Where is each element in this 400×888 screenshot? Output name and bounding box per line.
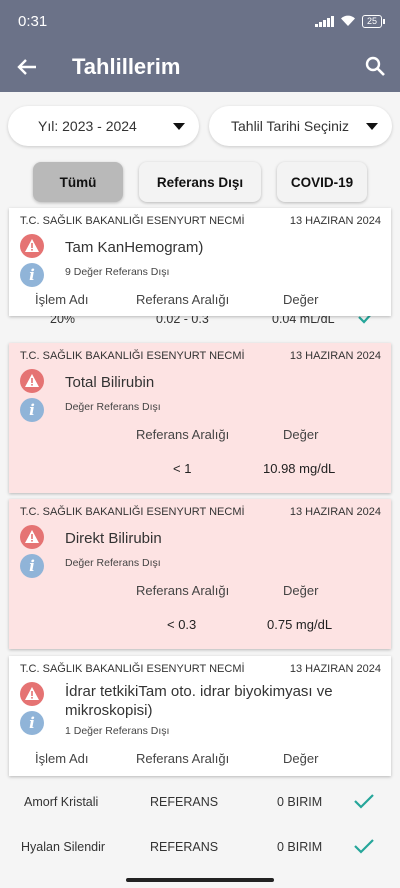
reference-range: < 1 <box>173 461 192 476</box>
hospital-name: T.C. SAĞLIK BAKANLIĞI ESENYURT NECMİ <box>20 663 245 675</box>
date-dropdown-label: Tahlil Tarihi Seçiniz <box>231 118 350 134</box>
test-name: İdrar tetkikiTam oto. idrar biyokimyası … <box>65 683 333 719</box>
column-header-value: Değer <box>283 751 319 766</box>
tab-out-of-range[interactable]: Referans Dışı <box>139 162 261 202</box>
result-value: 0 BIRIM <box>277 795 323 809</box>
result-date: 13 HAZIRAN 2024 <box>289 506 381 518</box>
hospital-name: T.C. SAĞLIK BAKANLIĞI ESENYURT NECMİ <box>20 350 245 362</box>
column-header-name: İşlem Adı <box>35 292 89 307</box>
warning-icon <box>20 525 44 549</box>
test-name: Direkt Bilirubin <box>65 530 162 547</box>
result-reference: REFERANS <box>150 795 219 809</box>
app-bar: Tahlillerim <box>0 42 400 92</box>
out-of-range-count: 1 Değer Referans Dışı <box>65 725 170 737</box>
column-header-range: Referans Aralığı <box>136 751 230 766</box>
caret-down-icon <box>366 122 378 130</box>
warning-icon <box>20 682 44 706</box>
column-header-value: Değer <box>283 583 319 598</box>
column-header-range: Referans Aralığı <box>136 583 230 598</box>
warning-icon <box>20 369 44 393</box>
check-icon <box>354 794 374 809</box>
result-reference: REFERANS <box>150 840 219 854</box>
reference-range: < 0.3 <box>167 617 197 632</box>
result-value: 0.75 mg/dL <box>267 617 333 632</box>
result-name: Hyalan Silendir <box>21 840 106 854</box>
wifi-icon <box>340 15 355 26</box>
column-header-name: İşlem Adı <box>35 751 89 766</box>
tab-all[interactable]: Tümü <box>33 162 123 202</box>
test-name: Tam KanHemogram) <box>65 239 204 256</box>
year-dropdown[interactable]: Yıl: 2023 - 2024 <box>8 106 199 146</box>
column-header-range: Referans Aralığı <box>136 427 230 442</box>
signal-icon <box>314 15 334 27</box>
result-date: 13 HAZIRAN 2024 <box>289 215 381 227</box>
info-icon[interactable]: i <box>20 398 44 422</box>
result-card[interactable]: T.C. SAĞLIK BAKANLIĞI ESENYURT NECMİ 13 … <box>9 656 391 776</box>
column-header-range: Referans Aralığı <box>136 292 230 307</box>
result-date: 13 HAZIRAN 2024 <box>289 350 381 362</box>
result-row[interactable]: Amorf Kristali REFERANS 0 BIRIM <box>0 783 400 823</box>
result-row[interactable]: Hyalan Silendir REFERANS 0 BIRIM <box>0 828 400 868</box>
warning-icon <box>20 234 44 258</box>
out-of-range-label: Değer Referans Dışı <box>65 401 161 413</box>
result-date: 13 HAZIRAN 2024 <box>289 663 381 675</box>
out-of-range-label: Değer Referans Dışı <box>65 557 161 569</box>
column-header-value: Değer <box>283 292 319 307</box>
home-indicator[interactable] <box>126 878 274 882</box>
info-icon[interactable]: i <box>20 554 44 578</box>
date-dropdown[interactable]: Tahlil Tarihi Seçiniz <box>209 106 392 146</box>
result-card[interactable]: T.C. SAĞLIK BAKANLIĞI ESENYURT NECMİ 13 … <box>9 343 391 493</box>
status-icons: 25 <box>314 14 386 28</box>
hospital-name: T.C. SAĞLIK BAKANLIĞI ESENYURT NECMİ <box>20 215 245 227</box>
result-value: 0 BIRIM <box>277 840 323 854</box>
battery-icon: 25 <box>361 14 386 28</box>
status-bar: 0:31 25 <box>0 0 400 42</box>
result-name: Amorf Kristali <box>24 795 99 809</box>
test-name: Total Bilirubin <box>65 374 155 391</box>
out-of-range-count: 9 Değer Referans Dışı <box>65 266 170 278</box>
page-title: Tahlillerim <box>72 54 181 79</box>
arrow-left-icon[interactable] <box>16 56 38 78</box>
filter-tabs: Tümü Referans Dışı COVID-19 <box>0 146 400 202</box>
check-icon <box>354 839 374 854</box>
result-card[interactable]: T.C. SAĞLIK BAKANLIĞI ESENYURT NECMİ 13 … <box>9 208 391 316</box>
info-icon[interactable]: i <box>20 711 44 735</box>
tab-covid[interactable]: COVID-19 <box>277 162 367 202</box>
filters: Yıl: 2023 - 2024 Tahlil Tarihi Seçiniz <box>0 92 400 146</box>
result-card[interactable]: T.C. SAĞLIK BAKANLIĞI ESENYURT NECMİ 13 … <box>9 499 391 649</box>
caret-down-icon <box>173 122 185 130</box>
column-header-value: Değer <box>283 427 319 442</box>
info-icon[interactable]: i <box>20 263 44 287</box>
search-icon[interactable] <box>364 55 386 77</box>
hospital-name: T.C. SAĞLIK BAKANLIĞI ESENYURT NECMİ <box>20 506 245 518</box>
year-dropdown-label: Yıl: 2023 - 2024 <box>38 118 137 134</box>
status-time: 0:31 <box>18 12 48 30</box>
result-value: 10.98 mg/dL <box>263 461 336 476</box>
